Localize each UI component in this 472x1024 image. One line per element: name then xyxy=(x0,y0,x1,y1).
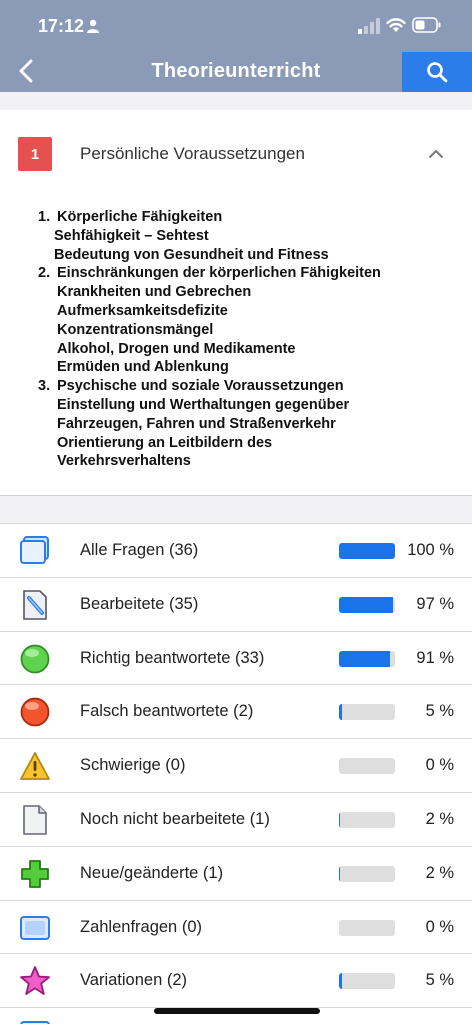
document-icon xyxy=(23,805,47,835)
row-percent: 97 % xyxy=(416,594,454,613)
list-item[interactable]: Noch nicht bearbeitete (1) 2 % xyxy=(0,793,472,847)
list-item[interactable]: Alle Fragen (36) 100 % xyxy=(0,524,472,578)
list-item[interactable]: Richtig beantwortete (33) 91 % xyxy=(0,632,472,686)
list-item[interactable]: Falsch beantwortete (2) 5 % xyxy=(0,685,472,740)
section-number-badge: 1 xyxy=(18,137,52,171)
search-icon xyxy=(427,62,448,83)
row-label: Schwierige (0) xyxy=(80,756,186,775)
section-outline: 1. Körperliche Fähigkeiten Sehfähigkeit –… xyxy=(38,208,381,471)
outline-subitem: Sehfähigkeit – Sehtest xyxy=(54,227,209,244)
navigation-bar: Theorieunterricht xyxy=(0,50,472,92)
partial-row-icon xyxy=(20,1021,50,1024)
row-label: Neue/geänderte (1) xyxy=(80,863,224,882)
list-item[interactable]: Zahlenfragen (0) 0 % xyxy=(0,901,472,955)
section-title: Persönliche Voraussetzungen xyxy=(80,144,305,163)
category-list: Alle Fragen (36) 100 % Bearbeitete (35) … xyxy=(0,523,472,1024)
list-item[interactable]: Variationen (2) 5 % xyxy=(0,954,472,1009)
progress-fill xyxy=(339,543,395,559)
warning-icon xyxy=(20,752,50,781)
row-percent: 2 % xyxy=(425,863,454,882)
progress-fill xyxy=(339,596,394,613)
row-label: Alle Fragen (36) xyxy=(80,541,199,559)
progress-fill xyxy=(339,973,342,990)
progress-bar xyxy=(339,865,395,882)
outline-item: 3. Psychische und soziale Voraussetzungen xyxy=(38,378,344,395)
person-icon xyxy=(87,19,99,33)
row-label: Falsch beantwortete (2) xyxy=(80,702,254,721)
row-label: Noch nicht bearbeitete (1) xyxy=(80,809,270,828)
correct-icon xyxy=(20,644,50,673)
outline-subitem: Verkehrsverhaltens xyxy=(57,453,191,470)
outline-item: 2. Einschränkungen der körperlichen Fähig… xyxy=(38,265,381,282)
progress-bar xyxy=(339,650,395,667)
section-card: 1 Persönliche Voraussetzungen 1. Körperli… xyxy=(0,110,472,496)
row-percent: 0 % xyxy=(425,756,454,775)
progress-bar xyxy=(339,543,395,559)
progress-bar xyxy=(339,758,395,775)
progress-bar xyxy=(339,919,395,936)
row-label: Bearbeitete (35) xyxy=(80,594,199,613)
outline-subitem: Bedeutung von Gesundheit und Fitness xyxy=(54,246,329,263)
edited-icon xyxy=(23,589,47,620)
number-icon xyxy=(20,915,50,940)
list-item[interactable]: Bearbeitete (35) 97 % xyxy=(0,578,472,632)
progress-bar xyxy=(339,596,395,613)
outline-item: 1. Körperliche Fähigkeiten xyxy=(38,209,223,225)
row-percent: 5 % xyxy=(425,702,454,721)
progress-bar xyxy=(339,811,395,828)
outline-subitem: Krankheiten und Gebrechen xyxy=(57,284,252,301)
wrong-icon xyxy=(20,697,50,727)
star-icon xyxy=(20,966,50,996)
progress-fill xyxy=(339,811,341,828)
row-label: Richtig beantwortete (33) xyxy=(80,648,265,667)
row-percent: 100 % xyxy=(407,541,454,559)
row-percent: 5 % xyxy=(425,971,454,990)
outline-subitem: Alkohol, Drogen und Medikamente xyxy=(57,340,296,357)
list-item[interactable]: Neue/geänderte (1) 2 % xyxy=(0,847,472,901)
status-bar: 17:12 xyxy=(0,0,472,50)
outline-subitem: Fahrzeugen, Fahren und Straßenverkehr xyxy=(57,415,336,432)
outline-subitem: Orientierung an Leitbildern des xyxy=(57,434,273,451)
row-label: Variationen (2) xyxy=(80,971,188,990)
plus-icon xyxy=(21,859,49,888)
chevron-up-icon[interactable] xyxy=(424,144,448,164)
row-percent: 2 % xyxy=(425,809,454,828)
progress-bar xyxy=(339,704,395,721)
list-item[interactable]: Schwierige (0) 0 % xyxy=(0,739,472,793)
home-indicator xyxy=(154,1008,320,1014)
outline-subitem: Ermüden und Ablenkung xyxy=(57,359,229,376)
row-label: Zahlenfragen (0) xyxy=(80,917,202,936)
battery-icon xyxy=(412,17,441,33)
progress-fill xyxy=(339,704,342,721)
outline-subitem: Konzentrationsmängel xyxy=(57,321,214,338)
search-button[interactable] xyxy=(402,52,472,92)
status-time: 17:12 xyxy=(38,16,85,36)
all-questions-icon xyxy=(20,536,49,564)
row-percent: 0 % xyxy=(425,917,454,936)
row-percent: 91 % xyxy=(416,648,454,667)
progress-fill xyxy=(339,650,390,667)
wifi-icon xyxy=(386,18,406,32)
outline-subitem: Einstellung und Werthaltungen gegenüber xyxy=(57,396,350,413)
progress-fill xyxy=(339,865,341,882)
signal-icon xyxy=(358,18,380,34)
progress-bar xyxy=(339,973,395,990)
outline-subitem: Aufmerksamkeitsdefizite xyxy=(57,302,228,319)
